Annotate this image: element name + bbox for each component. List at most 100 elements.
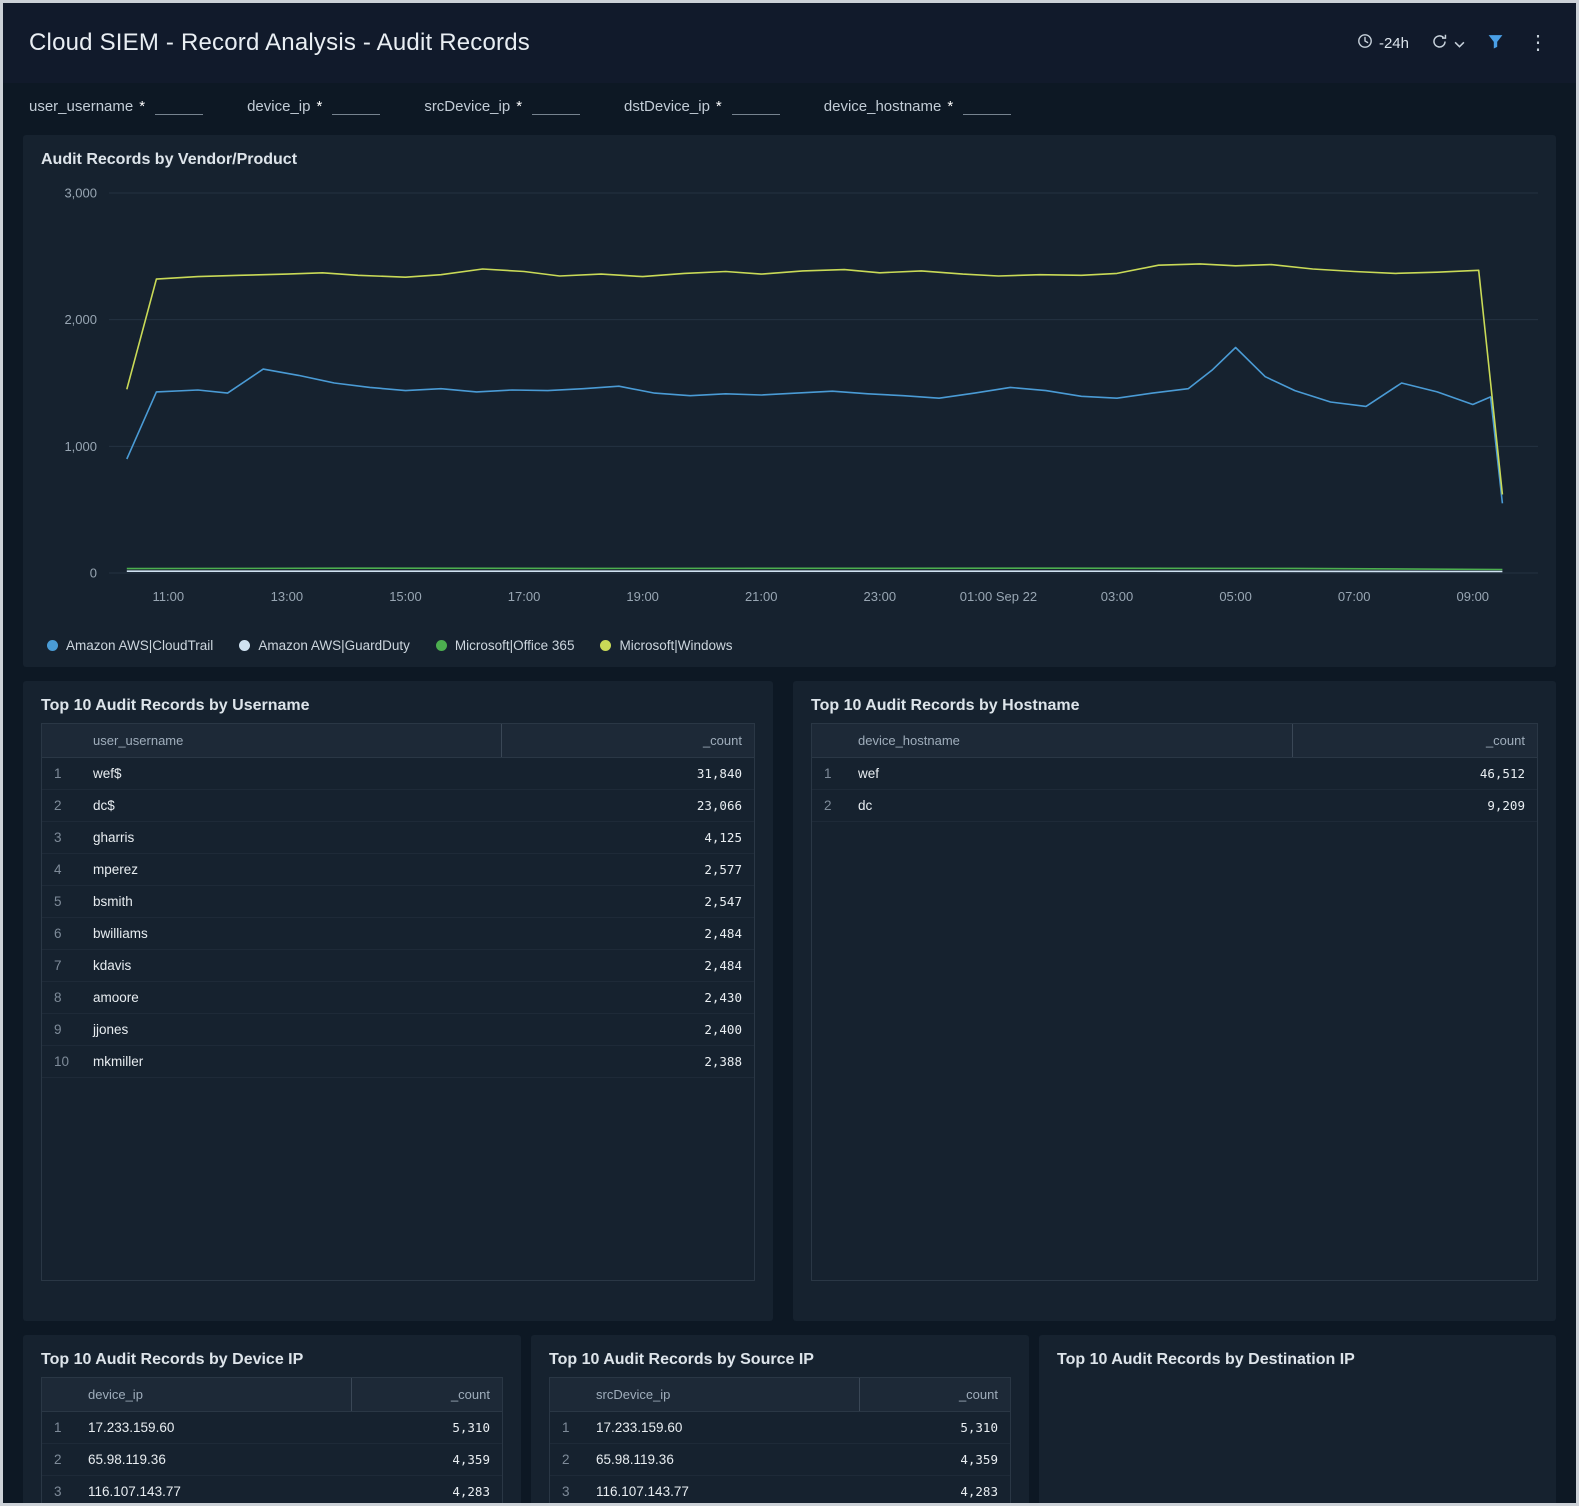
table-row[interactable]: 5bsmith2,547 bbox=[42, 886, 754, 918]
svg-text:03:00: 03:00 bbox=[1101, 589, 1134, 604]
legend-dot-icon bbox=[600, 640, 611, 651]
row-rank: 1 bbox=[812, 758, 846, 790]
row-rank: 8 bbox=[42, 982, 81, 1014]
filter-input[interactable] bbox=[963, 95, 1011, 115]
svg-text:2,000: 2,000 bbox=[64, 312, 97, 327]
name-column-header[interactable]: device_hostname bbox=[846, 724, 1293, 758]
filter-input[interactable] bbox=[155, 95, 203, 115]
table-row[interactable]: 8amoore2,430 bbox=[42, 982, 754, 1014]
svg-text:11:00: 11:00 bbox=[153, 589, 185, 604]
name-column-header[interactable]: srcDevice_ip bbox=[584, 1378, 860, 1412]
hostname-table: device_hostname_count1wef46,5122dc9,209 bbox=[811, 723, 1538, 1281]
row-rank: 2 bbox=[42, 790, 81, 822]
row-name: gharris bbox=[81, 822, 501, 854]
row-count: 2,430 bbox=[501, 982, 754, 1014]
filter-button[interactable] bbox=[1487, 33, 1504, 54]
time-range-control[interactable]: -24h bbox=[1357, 33, 1409, 53]
row-count: 4,283 bbox=[352, 1476, 502, 1506]
table-row[interactable]: 2dc$23,066 bbox=[42, 790, 754, 822]
page-title: Cloud SIEM - Record Analysis - Audit Rec… bbox=[29, 29, 530, 57]
row-rank: 2 bbox=[812, 790, 846, 822]
svg-text:13:00: 13:00 bbox=[271, 589, 304, 604]
legend-label: Microsoft|Windows bbox=[619, 638, 732, 653]
row-rank: 5 bbox=[42, 886, 81, 918]
row-name: 17.233.159.60 bbox=[584, 1412, 860, 1444]
filter-input[interactable] bbox=[332, 95, 380, 115]
row-rank: 1 bbox=[550, 1412, 584, 1444]
name-column-header[interactable]: user_username bbox=[81, 724, 501, 758]
table-row[interactable]: 7kdavis2,484 bbox=[42, 950, 754, 982]
panel-title: Top 10 Audit Records by Username bbox=[41, 697, 755, 715]
dashboard-content: Audit Records by Vendor/Product 01,0002,… bbox=[3, 135, 1576, 1506]
rank-column-header bbox=[42, 724, 81, 758]
legend-dot-icon bbox=[47, 640, 58, 651]
rank-column-header bbox=[812, 724, 846, 758]
svg-text:17:00: 17:00 bbox=[508, 589, 541, 604]
table-row[interactable]: 4mperez2,577 bbox=[42, 854, 754, 886]
svg-text:15:00: 15:00 bbox=[389, 589, 422, 604]
username-panel: Top 10 Audit Records by Username user_us… bbox=[23, 681, 773, 1321]
required-asterisk: * bbox=[947, 98, 953, 115]
count-column-header[interactable]: _count bbox=[860, 1378, 1010, 1412]
row-rank: 7 bbox=[42, 950, 81, 982]
table-row[interactable]: 3116.107.143.774,283 bbox=[42, 1476, 502, 1506]
refresh-control[interactable] bbox=[1431, 33, 1465, 54]
table-row[interactable]: 10mkmiller2,388 bbox=[42, 1046, 754, 1078]
filter-label: device_ip bbox=[247, 98, 310, 115]
name-column-header[interactable]: device_ip bbox=[76, 1378, 352, 1412]
row-count: 2,547 bbox=[501, 886, 754, 918]
filter-label: device_hostname bbox=[824, 98, 942, 115]
device-ip-panel: Top 10 Audit Records by Device IP device… bbox=[23, 1335, 521, 1506]
vendor-product-line-chart[interactable]: 01,0002,0003,00011:0013:0015:0017:0019:0… bbox=[41, 177, 1546, 625]
panel-title: Top 10 Audit Records by Hostname bbox=[811, 697, 1538, 715]
row-name: dc bbox=[846, 790, 1293, 822]
table-row[interactable]: 3gharris4,125 bbox=[42, 822, 754, 854]
row-name: 17.233.159.60 bbox=[76, 1412, 352, 1444]
legend-item[interactable]: Microsoft|Windows bbox=[600, 638, 732, 653]
filter-bar: user_username*device_ip*srcDevice_ip*dst… bbox=[3, 83, 1576, 135]
row-count: 5,310 bbox=[352, 1412, 502, 1444]
filter-input[interactable] bbox=[732, 95, 780, 115]
row-rank: 9 bbox=[42, 1014, 81, 1046]
table-row[interactable]: 117.233.159.605,310 bbox=[42, 1412, 502, 1444]
table-row[interactable]: 1wef$31,840 bbox=[42, 758, 754, 790]
row-name: 116.107.143.77 bbox=[584, 1476, 860, 1506]
source-ip-panel: Top 10 Audit Records by Source IP srcDev… bbox=[531, 1335, 1029, 1506]
panel-title: Audit Records by Vendor/Product bbox=[41, 151, 1538, 169]
header-actions: -24h ⋮ bbox=[1357, 33, 1550, 54]
refresh-icon bbox=[1431, 33, 1448, 54]
row-rank: 2 bbox=[550, 1444, 584, 1476]
more-menu-button[interactable]: ⋮ bbox=[1526, 33, 1550, 53]
filter-device_hostname: device_hostname * bbox=[824, 95, 1011, 115]
svg-text:3,000: 3,000 bbox=[64, 186, 97, 201]
row-count: 31,840 bbox=[501, 758, 754, 790]
legend-dot-icon bbox=[436, 640, 447, 651]
row-count: 4,125 bbox=[501, 822, 754, 854]
table-row[interactable]: 265.98.119.364,359 bbox=[42, 1444, 502, 1476]
count-column-header[interactable]: _count bbox=[1293, 724, 1537, 758]
row-count: 46,512 bbox=[1293, 758, 1537, 790]
legend-item[interactable]: Amazon AWS|CloudTrail bbox=[47, 638, 213, 653]
count-column-header[interactable]: _count bbox=[501, 724, 754, 758]
row-rank: 6 bbox=[42, 918, 81, 950]
table-row[interactable]: 1wef46,512 bbox=[812, 758, 1537, 790]
legend-item[interactable]: Amazon AWS|GuardDuty bbox=[239, 638, 410, 653]
legend-item[interactable]: Microsoft|Office 365 bbox=[436, 638, 575, 653]
table-row[interactable]: 6bwilliams2,484 bbox=[42, 918, 754, 950]
panel-title: Top 10 Audit Records by Destination IP bbox=[1057, 1351, 1538, 1369]
row-count: 2,577 bbox=[501, 854, 754, 886]
table-row[interactable]: 117.233.159.605,310 bbox=[550, 1412, 1010, 1444]
table-row[interactable]: 2dc9,209 bbox=[812, 790, 1537, 822]
filter-input[interactable] bbox=[532, 95, 580, 115]
count-column-header[interactable]: _count bbox=[352, 1378, 502, 1412]
filter-label: srcDevice_ip bbox=[424, 98, 510, 115]
svg-text:19:00: 19:00 bbox=[626, 589, 659, 604]
row-rank: 2 bbox=[42, 1444, 76, 1476]
rank-column-header bbox=[550, 1378, 584, 1412]
panel-title: Top 10 Audit Records by Source IP bbox=[549, 1351, 1011, 1369]
table-row[interactable]: 265.98.119.364,359 bbox=[550, 1444, 1010, 1476]
svg-text:0: 0 bbox=[90, 566, 97, 581]
row-name: 65.98.119.36 bbox=[76, 1444, 352, 1476]
table-row[interactable]: 3116.107.143.774,283 bbox=[550, 1476, 1010, 1506]
table-row[interactable]: 9jjones2,400 bbox=[42, 1014, 754, 1046]
